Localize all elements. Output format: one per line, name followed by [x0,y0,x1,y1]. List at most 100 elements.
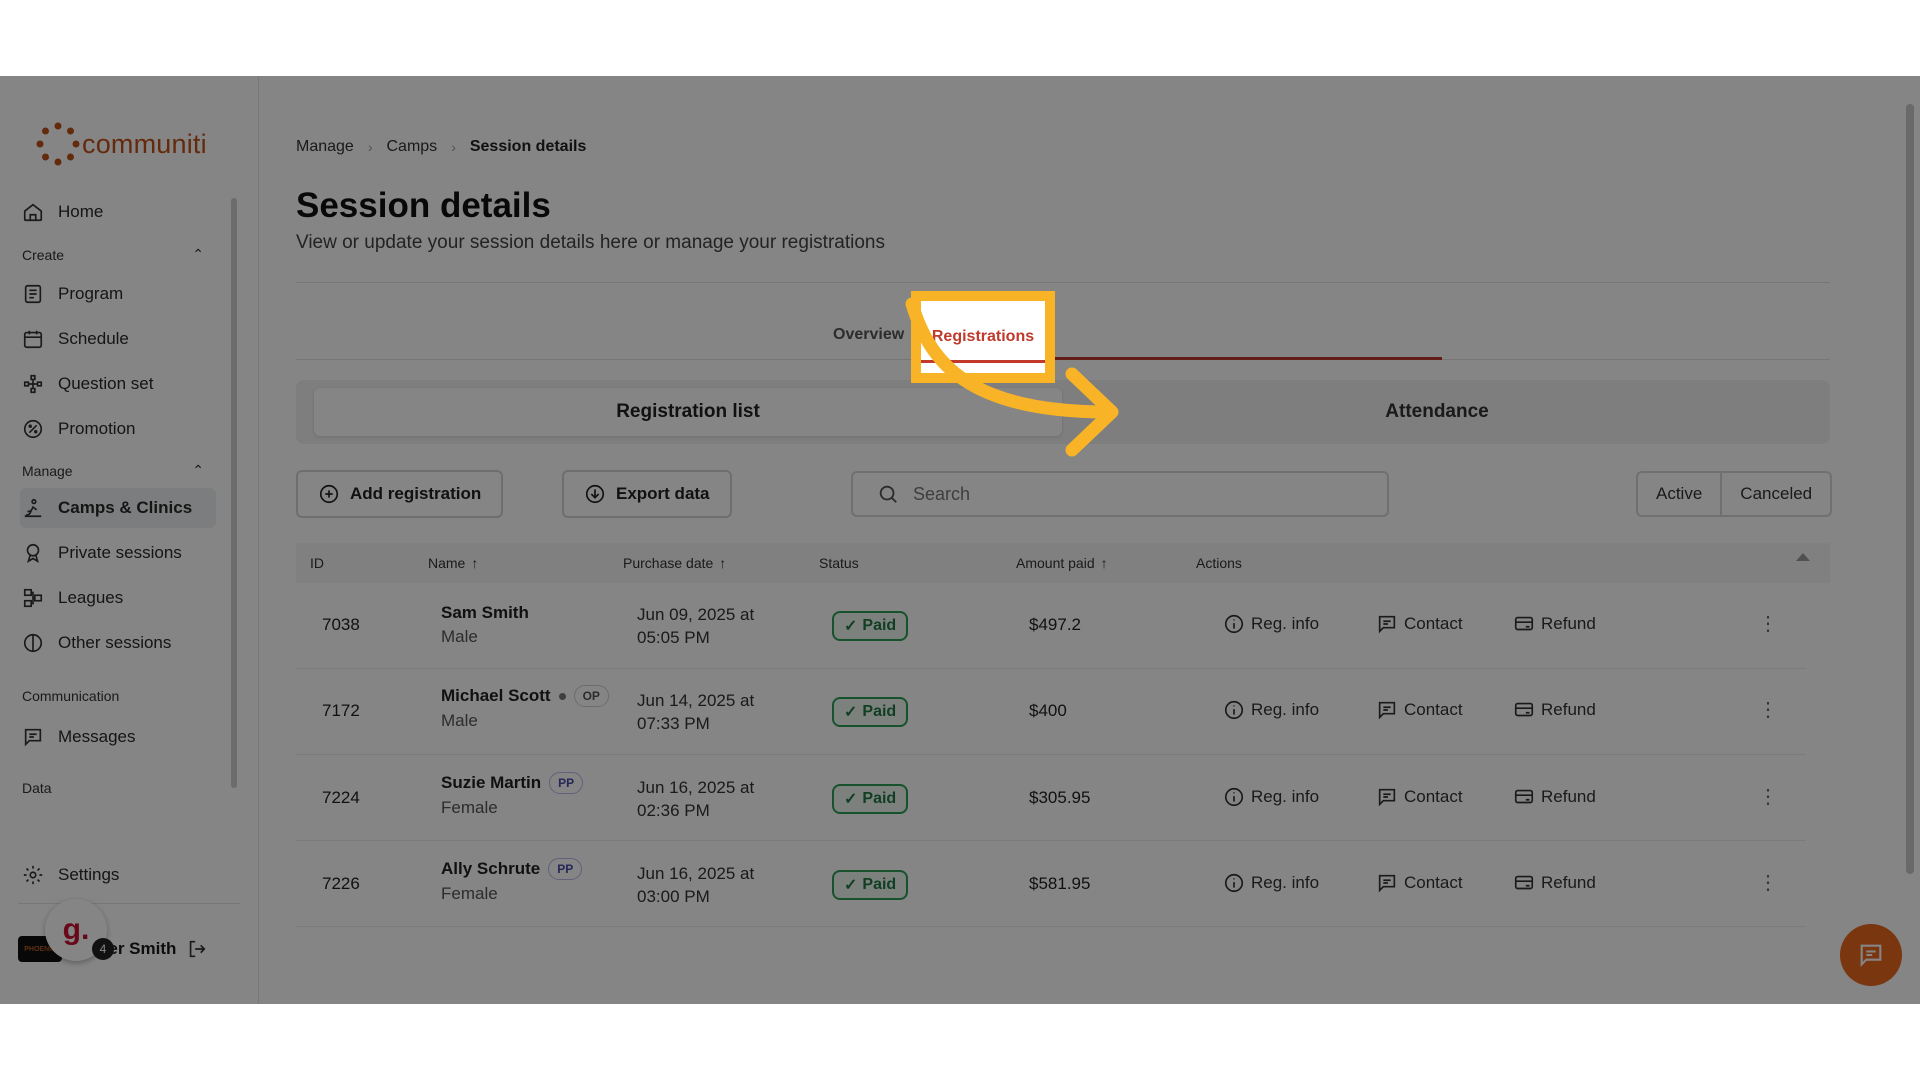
reg-info-button[interactable]: Reg. info [1223,786,1319,808]
filter-active-button[interactable]: Active [1638,473,1720,515]
top-band [0,0,1920,76]
row-amount: $581.95 [1029,874,1091,893]
kebab-menu-icon[interactable]: ⋮ [1758,870,1778,895]
sidebar-item-label: Question set [58,374,154,393]
sidebar-item-label: Schedule [58,329,129,348]
sidebar-item-private-sessions[interactable]: Private sessions [20,533,216,573]
page-scrollbar[interactable] [1904,94,1914,994]
sidebar-item-home[interactable]: Home [20,192,216,232]
refund-icon [1514,789,1534,804]
header-name[interactable]: Name ↑ [428,555,478,571]
row-date-line1: Jun 09, 2025 at [637,605,755,624]
row-name: Ally Schrute [441,859,541,878]
reg-info-button[interactable]: Reg. info [1223,613,1319,635]
refund-button[interactable]: Refund [1513,613,1596,635]
schedule-icon [23,330,43,349]
sidebar-item-camps-clinics[interactable]: Camps & Clinics [20,488,216,528]
sidebar-item-schedule[interactable]: Schedule [20,319,216,359]
notification-count-badge: 4 [92,938,114,960]
reg-info-button[interactable]: Reg. info [1223,699,1319,721]
header-name-label: Name [428,555,466,571]
row-amount: $497.2 [1029,615,1081,634]
table-header: ID Name ↑ Purchase date ↑ Status Amount pa… [296,543,1830,583]
page-subtitle: View or update your session details here… [296,232,885,253]
refund-button[interactable]: Refund [1513,872,1596,894]
refund-label: Refund [1541,614,1596,633]
home-icon [23,203,43,222]
reg-info-label: Reg. info [1251,787,1320,806]
table-scroll-up-icon[interactable] [1796,553,1810,561]
contact-button[interactable]: Contact [1376,613,1463,635]
row-amount: $305.95 [1029,788,1091,807]
kebab-menu-icon[interactable]: ⋮ [1758,611,1778,636]
export-data-label: Export data [616,484,710,503]
row-date-line2: 03:00 PM [637,887,710,906]
section-create[interactable]: Create ⌃ [22,246,204,263]
chevron-right-icon: › [451,139,456,155]
export-data-button[interactable]: Export data [562,470,732,518]
segment-attendance[interactable]: Attendance [1062,388,1812,436]
gear-icon [23,865,43,885]
kebab-menu-icon[interactable]: ⋮ [1758,697,1778,722]
sidebar-item-label: Home [58,202,104,221]
header-amount-paid[interactable]: Amount paid ↑ [1016,555,1108,571]
chevron-up-icon: ⌃ [192,246,204,262]
arrow-up-icon: ↑ [1100,555,1108,571]
row-amount: $400 [1029,701,1067,720]
sidebar-item-leagues[interactable]: Leagues [20,578,216,618]
page-title: Session details [296,186,551,225]
table-row[interactable]: 7226 Ally Schrute PP Female Jun 16, 2025 … [296,841,1806,927]
reg-info-label: Reg. info [1251,700,1320,719]
sidebar-scrollbar[interactable] [231,198,237,788]
section-data-label: Data [22,780,52,796]
contact-button[interactable]: Contact [1376,786,1463,808]
sidebar-item-settings[interactable]: Settings [20,855,216,895]
row-gender: Female [441,798,498,817]
breadcrumb-camps[interactable]: Camps [387,138,438,156]
sidebar-item-promotion[interactable]: Promotion [20,409,216,449]
info-icon [1224,614,1244,634]
sidebar-item-question-set[interactable]: Question set [20,364,216,404]
chat-button[interactable] [1840,924,1902,986]
refund-button[interactable]: Refund [1513,786,1596,808]
breadcrumb-manage[interactable]: Manage [296,138,354,156]
page-scrollbar-thumb[interactable] [1906,104,1914,874]
info-icon [1224,873,1244,893]
sidebar-item-messages[interactable]: Messages [20,717,216,757]
logout-icon[interactable] [186,938,208,960]
refund-button[interactable]: Refund [1513,699,1596,721]
add-registration-button[interactable]: Add registration [296,470,504,518]
kebab-menu-icon[interactable]: ⋮ [1758,784,1778,809]
status-label: Paid [862,790,897,807]
contact-button[interactable]: Contact [1376,699,1463,721]
section-manage[interactable]: Manage ⌃ [22,462,204,479]
sidebar-item-program[interactable]: Program [20,274,216,314]
sidebar-item-label: Promotion [58,419,136,438]
row-date-line2: 05:05 PM [637,628,710,647]
table-row[interactable]: 7038 Sam Smith Male Jun 09, 2025 at 05:0… [296,583,1806,669]
row-name: Suzie Martin [441,773,542,792]
table-row[interactable]: 7172 Michael Scott OP Male Jun 14, 2025 a… [296,669,1806,755]
row-name: Michael Scott [441,686,551,705]
section-communication: Communication [22,688,204,704]
sidebar-item-other-sessions[interactable]: Other sessions [20,623,216,663]
search-input[interactable]: Search [851,471,1389,517]
filter-canceled-button[interactable]: Canceled [1720,473,1830,515]
status-label: Paid [862,876,897,893]
row-gender: Male [441,711,478,730]
tutorial-arrow-icon [905,297,1119,457]
row-id: 7038 [322,615,360,634]
reg-info-button[interactable]: Reg. info [1223,872,1319,894]
row-name: Sam Smith [441,603,529,622]
download-icon [585,484,605,504]
contact-button[interactable]: Contact [1376,872,1463,894]
row-date-line2: 07:33 PM [637,714,710,733]
header-purchase-date[interactable]: Purchase date ↑ [623,555,726,571]
sidebar-divider [18,903,240,904]
table-row[interactable]: 7224 Suzie Martin PP Female Jun 16, 2025 … [296,755,1806,841]
row-purchase-date: Jun 14, 2025 at 07:33 PM [637,689,754,735]
tab-overview[interactable]: Overview [833,326,904,344]
header-purchase-label: Purchase date [623,555,714,571]
main-content: Manage › Camps › Session details Session… [260,76,1920,1004]
arrow-up-icon: ↑ [471,555,479,571]
